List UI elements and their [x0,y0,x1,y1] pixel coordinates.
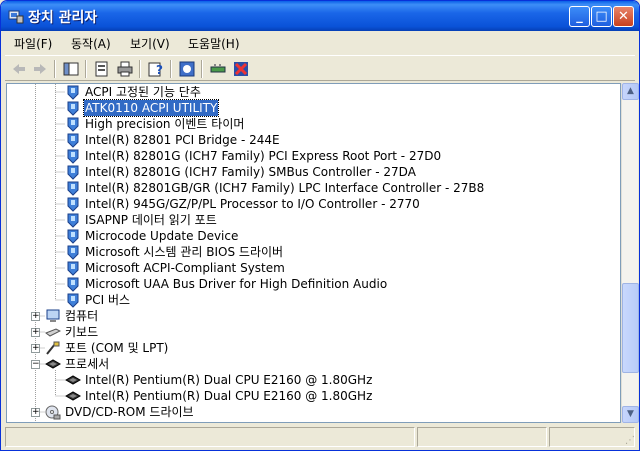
back-icon[interactable] [10,60,28,78]
device-label: Intel(R) 82801G (ICH7 Family) PCI Expres… [85,149,442,163]
device-label: Microsoft UAA Bus Driver for High Defini… [85,277,388,291]
forward-icon[interactable] [31,60,49,78]
system-device-icon [67,165,79,180]
title-bar[interactable]: 장치 관리자 _ □ ✕ [1,1,639,31]
device-label: High precision 이벤트 타이머 [85,117,245,131]
cdrom-icon [45,405,61,420]
system-device-icon [67,261,79,276]
menu-help[interactable]: 도움말(H) [188,35,240,52]
device-label: Microsoft 시스템 관리 BIOS 드라이버 [85,245,284,259]
device-label: Microsoft ACPI-Compliant System [85,261,285,275]
status-pane-secondary [417,427,547,447]
close-button[interactable]: ✕ [613,6,634,27]
toolbar-separator [170,60,172,78]
arrow-down-icon: ▼ [627,409,634,419]
system-device-icon [67,181,79,196]
device-manager-icon [8,10,24,24]
menu-view[interactable]: 보기(V) [130,35,170,52]
minimize-button[interactable]: _ [569,6,590,27]
system-device-icon [67,293,79,308]
toolbar-separator [54,60,56,78]
expand-button[interactable]: + [31,408,40,417]
menu-action[interactable]: 동작(A) [71,35,111,52]
properties-icon[interactable] [93,60,111,78]
toolbar-separator [139,60,141,78]
category-label: 포트 (COM 및 LPT) [65,341,169,355]
minimize-icon: _ [576,9,583,24]
close-icon: ✕ [618,9,629,24]
category-label: DVD/CD-ROM 드라이브 [65,405,194,419]
scroll-up-button[interactable]: ▲ [622,83,639,100]
toolbar: ? [5,55,635,81]
device-label: Intel(R) 945G/GZ/P/PL Processor to I/O C… [85,197,420,211]
processor-label: Intel(R) Pentium(R) Dual CPU E2160 @ 1.8… [85,373,373,387]
status-bar: ⋰ [5,427,637,447]
expand-button[interactable]: + [31,328,40,337]
device-label: PCI 버스 [85,293,131,307]
print-icon[interactable] [116,60,134,78]
scroll-down-button[interactable]: ▼ [622,406,639,423]
toolbar-separator [201,60,203,78]
system-device-icon [67,149,79,164]
keyboard-icon [45,328,61,337]
status-pane-tertiary [549,427,635,447]
device-label: Intel(R) 82801G (ICH7 Family) SMBus Cont… [85,165,416,179]
tree-view-icon[interactable] [62,60,80,78]
window-title: 장치 관리자 [28,10,98,26]
arrow-up-icon: ▲ [627,86,634,96]
device-label: ATK0110 ACPI UTILITY [82,99,220,117]
maximize-button[interactable]: □ [591,6,612,27]
device-label: ACPI 고정된 기능 단추 [85,85,201,99]
resize-grip-icon[interactable]: ⋰ [625,435,637,447]
update-driver-icon[interactable] [209,60,227,78]
system-device-icon [67,277,79,292]
device-label: ISAPNP 데이터 읽기 포트 [85,213,217,227]
processor-icon [45,359,61,369]
menu-file[interactable]: 파일(F) [14,35,52,52]
uninstall-icon[interactable] [232,60,250,78]
svg-text:?: ? [156,63,163,77]
collapse-button[interactable]: − [31,360,40,369]
device-label: Intel(R) 82801 PCI Bridge - 244E [85,133,280,147]
toolbar-separator [85,60,87,78]
device-manager-window: 장치 관리자 _ □ ✕ 파일(F) 동작(A) 보기(V) 도움말(H) ? [0,0,640,451]
scan-hardware-icon[interactable] [178,60,196,78]
expand-button[interactable]: + [31,344,40,353]
port-icon [46,341,60,355]
system-device-icon [67,229,79,244]
system-device-icon [67,245,79,260]
system-device-icon [67,197,79,212]
vertical-scrollbar[interactable]: ▲ ▼ [621,83,639,423]
category-label: 컴퓨터 [65,309,99,323]
category-label: 키보드 [65,325,99,339]
maximize-icon: □ [595,9,608,24]
system-device-icon [67,133,79,148]
category-label: 프로세서 [65,357,110,371]
help-icon[interactable]: ? [147,60,165,78]
system-device-icon [67,117,79,132]
processor-icon [65,375,81,385]
device-label: Intel(R) 82801GB/GR (ICH7 Family) LPC In… [85,181,485,195]
scroll-thumb[interactable] [622,283,639,373]
processor-icon [65,391,81,401]
expand-button[interactable]: + [31,312,40,321]
device-tree[interactable]: ACPI 고정된 기능 단추 ATK0110 ACPI UTILITY High… [6,83,621,423]
system-device-icon [67,101,79,116]
system-device-icon [67,85,79,100]
device-label: Microcode Update Device [85,229,239,243]
menu-bar: 파일(F) 동작(A) 보기(V) 도움말(H) [5,32,635,54]
system-device-icon [67,213,79,228]
status-pane-main [5,427,415,447]
processor-label: Intel(R) Pentium(R) Dual CPU E2160 @ 1.8… [85,389,373,403]
computer-icon [46,309,60,322]
